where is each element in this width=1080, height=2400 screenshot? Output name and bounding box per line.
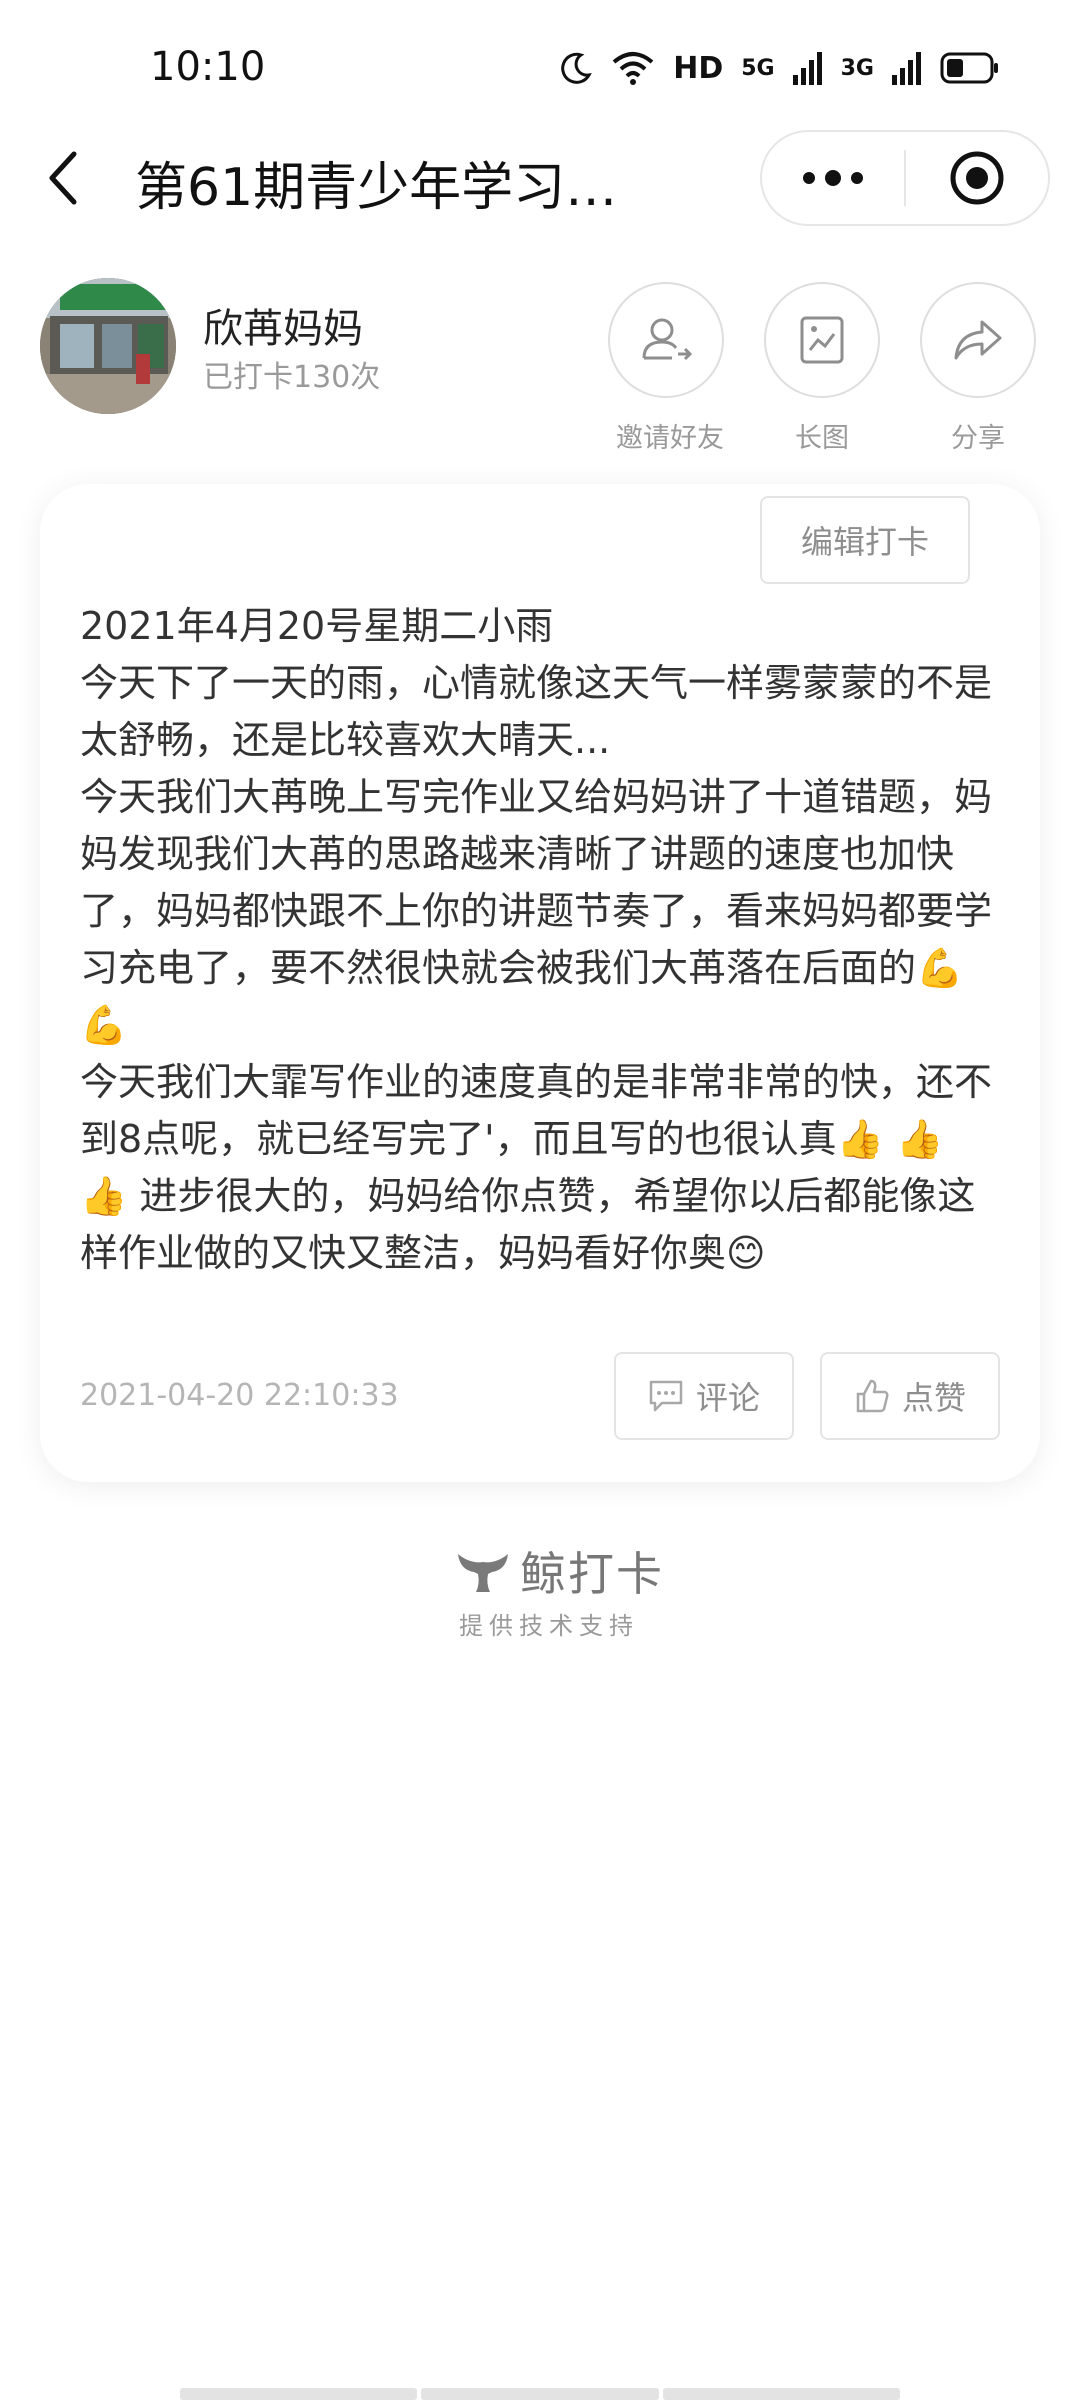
invite-friend-label: 邀请好友 <box>616 423 724 454</box>
close-button[interactable] <box>906 132 1048 224</box>
brand-tagline: 提供技术支持 <box>459 1612 639 1640</box>
long-image-icon <box>800 316 844 364</box>
thumbs-up-icon <box>856 1379 889 1413</box>
share-label: 分享 <box>951 423 1005 454</box>
long-image-button[interactable] <box>764 282 880 398</box>
long-image-circle[interactable] <box>764 282 880 398</box>
chevron-left-icon <box>49 151 77 205</box>
status-time: 10:10 <box>150 44 266 90</box>
edit-checkin-button[interactable]: 编辑打卡 <box>760 496 970 584</box>
battery-icon <box>940 52 998 84</box>
nav-segment <box>180 2388 418 2400</box>
brand-logo: 鲸打卡 <box>456 1538 664 1604</box>
post-timestamp: 2021-04-20 22:10:33 <box>80 1378 399 1413</box>
share-circle[interactable] <box>920 282 1036 398</box>
nav-segment <box>662 2388 900 2400</box>
invite-circle[interactable] <box>608 282 724 398</box>
long-image-label: 长图 <box>795 423 849 454</box>
comment-button[interactable]: 评论 <box>614 1352 794 1440</box>
network-3g-label: 3G <box>840 55 874 81</box>
invite-friend-button[interactable] <box>608 282 724 398</box>
more-button[interactable] <box>762 132 904 224</box>
moon-icon <box>561 52 593 84</box>
username: 欣苒妈妈 <box>203 306 363 352</box>
avatar-image <box>40 278 176 414</box>
network-5g-label: 5G <box>741 55 775 81</box>
like-label: 点赞 <box>901 1379 966 1417</box>
hd-indicator: HD <box>673 50 724 86</box>
comment-label: 评论 <box>695 1379 760 1417</box>
signal-5g-icon <box>792 52 822 85</box>
page-title: 第61期青少年学习能... <box>135 158 655 218</box>
post-content: 2021年4月20号星期二小雨 今天下了一天的雨，心情就像这天气一样雾蒙蒙的不是… <box>80 598 1000 1282</box>
comment-icon <box>649 1380 683 1412</box>
nav-segment <box>421 2388 659 2400</box>
like-button[interactable]: 点赞 <box>820 1352 1000 1440</box>
share-arrow-icon <box>954 320 1002 360</box>
avatar[interactable] <box>40 278 176 414</box>
brand-name: 鲸打卡 <box>520 1547 664 1601</box>
target-close-icon <box>950 151 1004 205</box>
mini-program-capsule <box>760 130 1050 226</box>
more-dots-icon <box>803 170 863 186</box>
signal-3g-icon <box>892 52 921 85</box>
back-button[interactable] <box>40 148 90 208</box>
status-icons: HD 5G 3G <box>559 44 1000 92</box>
whale-tail-icon <box>458 1554 508 1592</box>
post-paragraph-date: 2021年4月20号星期二小雨 <box>80 604 554 648</box>
wifi-icon <box>612 52 654 85</box>
post-paragraph: 今天我们大霏写作业的速度真的是非常非常的快，还不到8点呢，就已经写完了'，而且写… <box>80 1060 993 1275</box>
post-paragraph: 今天下了一天的雨，心情就像这天气一样雾蒙蒙的不是太舒畅，还是比较喜欢大晴天... <box>80 661 993 762</box>
system-nav-bar <box>180 2388 900 2400</box>
share-button[interactable] <box>920 282 1036 398</box>
post-paragraph: 今天我们大苒晚上写完作业又给妈妈讲了十道错题，妈妈发现我们大苒的思路越来清晰了讲… <box>80 775 993 1047</box>
invite-user-icon <box>642 318 693 361</box>
checkin-count: 已打卡130次 <box>203 360 381 395</box>
